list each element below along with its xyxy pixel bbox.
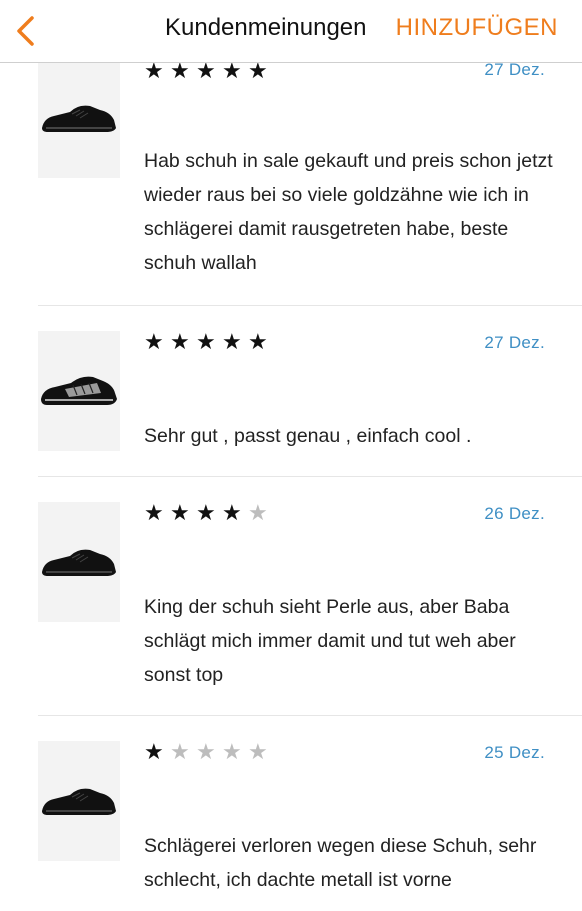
star-empty-icon: ★ xyxy=(248,500,268,525)
star-empty-icon: ★ xyxy=(248,739,268,764)
sneaker-icon xyxy=(41,376,117,405)
review-text: Sehr gut , passt genau , einfach cool . xyxy=(144,425,472,447)
sneaker-icon xyxy=(42,549,116,576)
navigation-bar: Kundenmeinungen HINZUFÜGEN xyxy=(0,0,582,63)
star-empty-icon: ★ xyxy=(222,739,242,764)
star-filled-icon: ★ xyxy=(248,58,268,83)
review-date: 26 Dez. xyxy=(484,504,545,523)
star-filled-icon: ★ xyxy=(222,500,242,525)
review-text: King der schuh sieht Perle aus, aber Bab… xyxy=(144,596,516,686)
rating-stars: ★ ★ ★ ★ ★ xyxy=(144,60,274,82)
star-empty-icon: ★ xyxy=(170,739,190,764)
star-filled-icon: ★ xyxy=(196,329,216,354)
review-date: 25 Dez. xyxy=(484,743,545,762)
review-text: Schlägerei verloren wegen diese Schuh, s… xyxy=(144,835,537,891)
star-filled-icon: ★ xyxy=(170,58,190,83)
rating-stars: ★ ★ ★ ★ ★ xyxy=(144,502,274,524)
star-filled-icon: ★ xyxy=(144,739,164,764)
divider xyxy=(38,715,582,716)
reviews-list: ★ ★ ★ ★ ★ 27 Dez. Hab schuh in sale gekauft … xyxy=(0,0,582,911)
rating-stars: ★ ★ ★ ★ ★ xyxy=(144,331,274,353)
page-title: Kundenmeinungen xyxy=(165,14,367,41)
review-date: 27 Dez. xyxy=(484,333,545,352)
review-text: Hab schuh in sale gekauft und preis scho… xyxy=(144,150,553,274)
star-filled-icon: ★ xyxy=(144,58,164,83)
star-filled-icon: ★ xyxy=(222,58,242,83)
product-thumbnail xyxy=(38,58,120,178)
back-button[interactable] xyxy=(10,12,40,50)
star-filled-icon: ★ xyxy=(170,329,190,354)
review-date: 27 Dez. xyxy=(484,60,545,79)
sneaker-icon xyxy=(42,105,116,132)
divider xyxy=(38,305,582,306)
star-filled-icon: ★ xyxy=(196,500,216,525)
rating-stars: ★ ★ ★ ★ ★ xyxy=(144,741,274,763)
divider xyxy=(38,476,582,477)
sneaker-icon xyxy=(42,788,116,815)
product-thumbnail xyxy=(38,741,120,861)
add-review-button[interactable]: HINZUFÜGEN xyxy=(396,14,558,42)
chevron-left-icon xyxy=(17,16,34,46)
star-filled-icon: ★ xyxy=(170,500,190,525)
star-filled-icon: ★ xyxy=(144,329,164,354)
star-filled-icon: ★ xyxy=(248,329,268,354)
star-filled-icon: ★ xyxy=(222,329,242,354)
star-filled-icon: ★ xyxy=(144,500,164,525)
product-thumbnail xyxy=(38,502,120,622)
star-empty-icon: ★ xyxy=(196,739,216,764)
product-thumbnail xyxy=(38,331,120,451)
star-filled-icon: ★ xyxy=(196,58,216,83)
